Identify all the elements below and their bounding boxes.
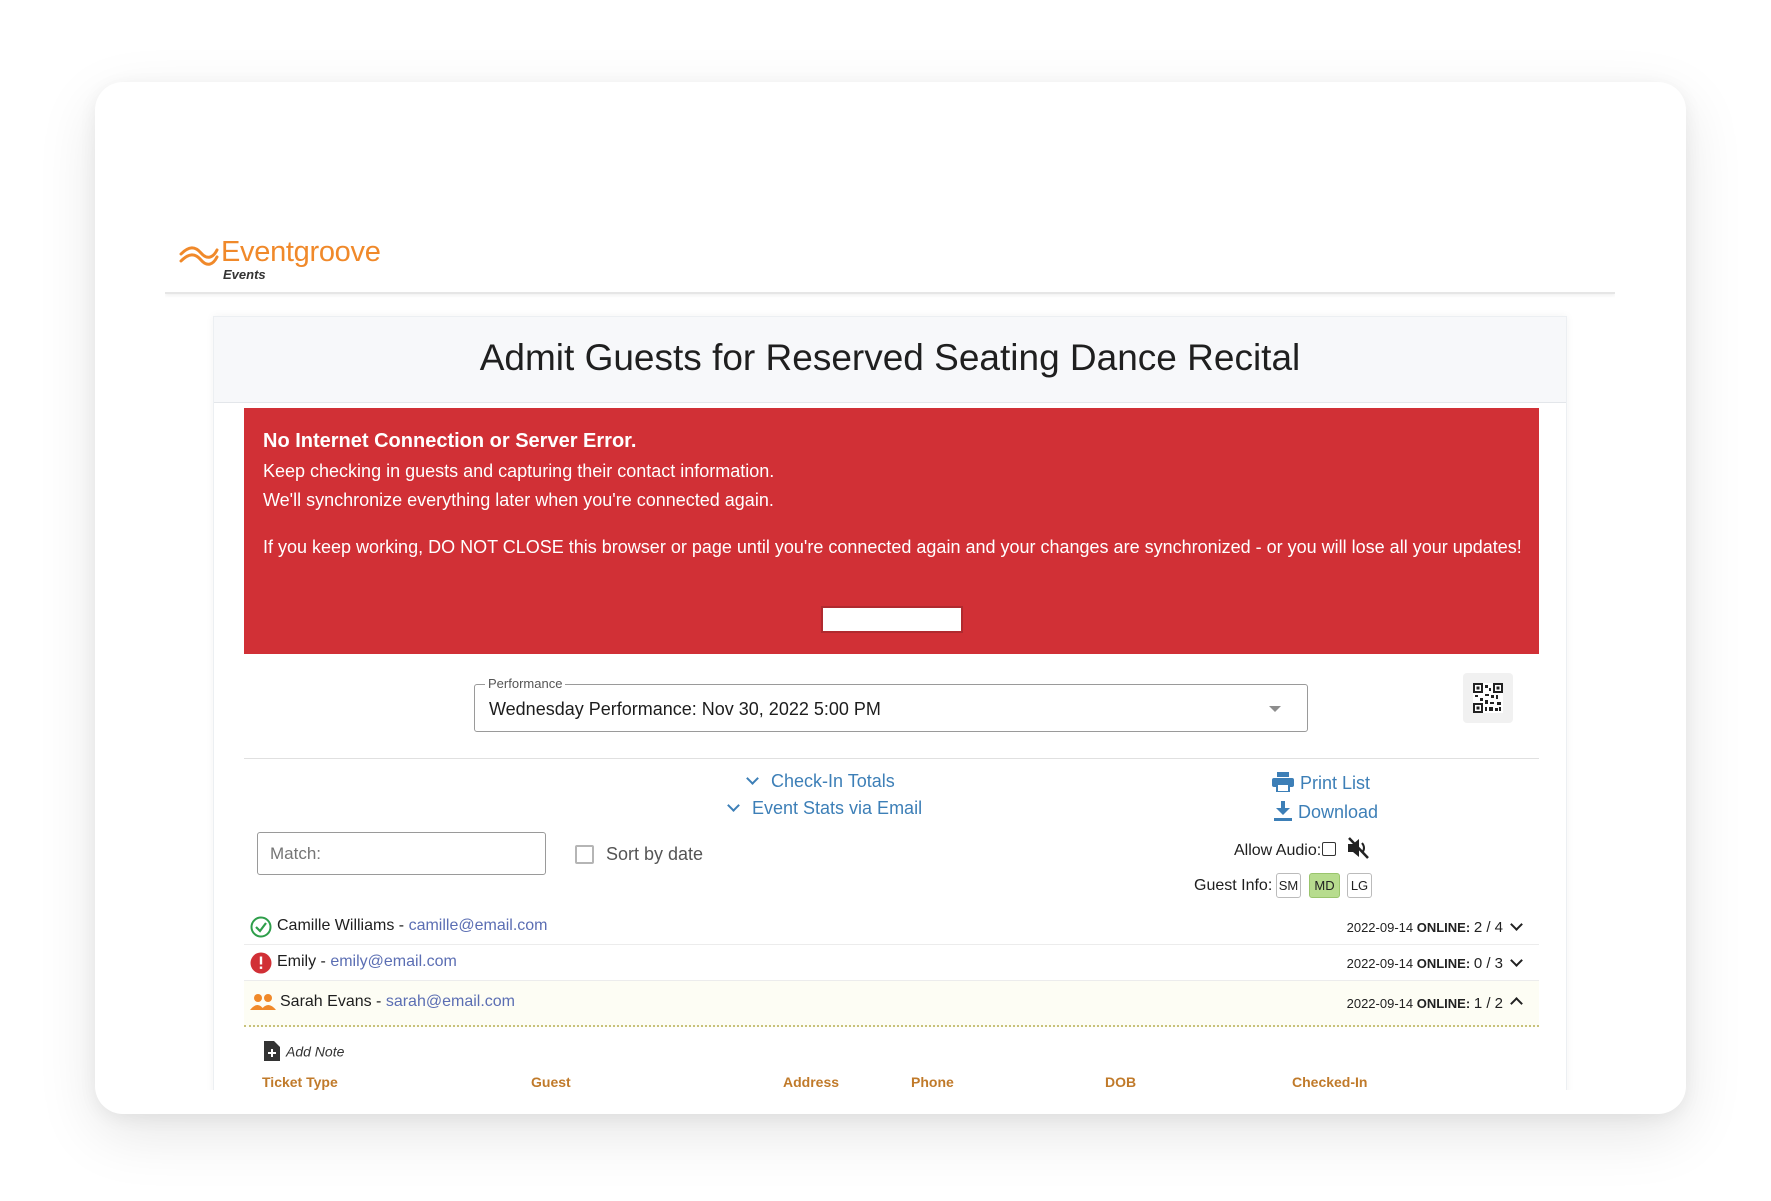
guest-row[interactable]: Emily - emily@email.com 2022-09-14 ONLIN… [244, 945, 1539, 981]
site-header: Eventgroove Events [165, 142, 1615, 294]
panel-header: Admit Guests for Reserved Seating Dance … [214, 317, 1566, 403]
guest-name: Camille Williams [277, 917, 395, 934]
sort-by-date-label: Sort by date [606, 844, 704, 864]
guest-name-line: Camille Williams - camille@email.com [277, 917, 548, 935]
add-note-label: Add Note [286, 1043, 345, 1060]
event-stats-link[interactable]: Event Stats via Email [727, 798, 923, 819]
download-icon [1274, 801, 1292, 822]
download-link[interactable]: Download [1274, 801, 1379, 823]
checkin-count: 1 / 2 [1473, 995, 1503, 1012]
alert-circle-icon [250, 952, 272, 974]
allow-audio-checkbox[interactable] [1322, 842, 1336, 856]
checkin-totals-link[interactable]: Check-In Totals [746, 771, 895, 792]
col-phone[interactable]: Phone [911, 1074, 954, 1090]
error-title: No Internet Connection or Server Error. [263, 430, 637, 452]
col-address[interactable]: Address [783, 1074, 839, 1090]
col-dob[interactable]: DOB [1105, 1074, 1136, 1090]
error-dismiss-button[interactable] [821, 606, 963, 633]
guest-status: 2022-09-14 ONLINE: 2 / 4 [1347, 919, 1503, 936]
download-label: Download [1298, 802, 1379, 822]
brand-sub: Events [223, 267, 266, 282]
online-label: ONLINE: [1416, 920, 1471, 935]
col-ticket-type[interactable]: Ticket Type [262, 1074, 338, 1090]
error-line-1: Keep checking in guests and capturing th… [263, 461, 775, 481]
print-list-label: Print List [1300, 773, 1371, 793]
chevron-down-icon[interactable] [1510, 918, 1523, 931]
guest-name-line: Emily - emily@email.com [277, 953, 457, 971]
qr-scan-button[interactable] [1463, 673, 1513, 723]
checkin-count: 2 / 4 [1473, 919, 1503, 936]
error-line-3: If you keep working, DO NOT CLOSE this b… [263, 537, 1522, 557]
match-input[interactable] [257, 832, 546, 875]
browser-viewport: Eventgroove Events Admit Guests for Rese… [165, 142, 1615, 1090]
guest-name: Sarah Evans [280, 993, 372, 1010]
checkin-count: 0 / 3 [1473, 955, 1503, 972]
brand-name: Eventgroove [221, 236, 381, 268]
error-banner: No Internet Connection or Server Error. … [244, 408, 1539, 654]
separator: - [394, 917, 409, 934]
guest-email[interactable]: emily@email.com [330, 953, 456, 970]
volume-mute-icon[interactable] [1346, 837, 1370, 859]
performance-value: Wednesday Performance: Nov 30, 2022 5:00… [489, 699, 881, 719]
group-icon [250, 994, 276, 1010]
online-label: ONLINE: [1416, 956, 1471, 971]
page-title: Admit Guests for Reserved Seating Dance … [479, 337, 1301, 378]
col-guest[interactable]: Guest [531, 1074, 571, 1090]
admit-panel: Admit Guests for Reserved Seating Dance … [213, 316, 1567, 1090]
section-divider [244, 758, 1539, 759]
guest-info-label: Guest Info: [1194, 877, 1273, 894]
add-note-button[interactable]: Add Note [264, 1041, 345, 1063]
guest-row[interactable]: Camille Williams - camille@email.com 202… [244, 909, 1539, 945]
wave-logo-icon [179, 246, 219, 266]
col-checked-in[interactable]: Checked-In [1292, 1074, 1367, 1090]
qr-code-icon [1473, 683, 1503, 713]
performance-select[interactable]: Performance Wednesday Performance: Nov 3… [474, 676, 1308, 732]
chevron-down-icon [746, 772, 759, 785]
performance-label: Performance [485, 676, 566, 691]
guest-name: Emily [277, 953, 317, 970]
separator: - [316, 953, 331, 970]
sort-by-date-checkbox[interactable] [575, 845, 594, 864]
allow-audio-label: Allow Audio: [1234, 842, 1322, 859]
printer-icon [1272, 772, 1294, 793]
size-md-button[interactable]: MD [1309, 873, 1340, 898]
guest-date: 2022-09-14 [1346, 996, 1414, 1011]
guest-date: 2022-09-14 [1346, 920, 1414, 935]
guest-status: 2022-09-14 ONLINE: 0 / 3 [1347, 955, 1503, 972]
size-sm-button[interactable]: SM [1276, 873, 1301, 898]
guest-email[interactable]: sarah@email.com [386, 993, 515, 1010]
check-circle-icon [250, 916, 272, 938]
separator: - [371, 993, 386, 1010]
caret-down-icon [1269, 706, 1281, 712]
error-line-2: We'll synchronize everything later when … [263, 490, 774, 510]
guest-name-line: Sarah Evans - sarah@email.com [280, 993, 515, 1011]
checkin-totals-label: Check-In Totals [771, 771, 895, 791]
online-label: ONLINE: [1416, 996, 1471, 1011]
chevron-up-icon[interactable] [1510, 997, 1523, 1010]
guest-row-expanded[interactable]: Sarah Evans - sarah@email.com 2022-09-14… [244, 981, 1539, 1027]
chevron-down-icon[interactable] [1510, 954, 1523, 967]
brand-logo[interactable]: Eventgroove Events [179, 236, 419, 282]
event-stats-label: Event Stats via Email [752, 798, 923, 818]
guest-date: 2022-09-14 [1346, 956, 1414, 971]
screenshot-card: Eventgroove Events Admit Guests for Rese… [95, 82, 1686, 1114]
add-note-icon [264, 1041, 280, 1061]
print-list-link[interactable]: Print List [1272, 772, 1371, 794]
guest-status: 2022-09-14 ONLINE: 1 / 2 [1347, 995, 1503, 1012]
guest-email[interactable]: camille@email.com [409, 917, 548, 934]
size-lg-button[interactable]: LG [1347, 873, 1372, 898]
chevron-down-icon [727, 799, 740, 812]
